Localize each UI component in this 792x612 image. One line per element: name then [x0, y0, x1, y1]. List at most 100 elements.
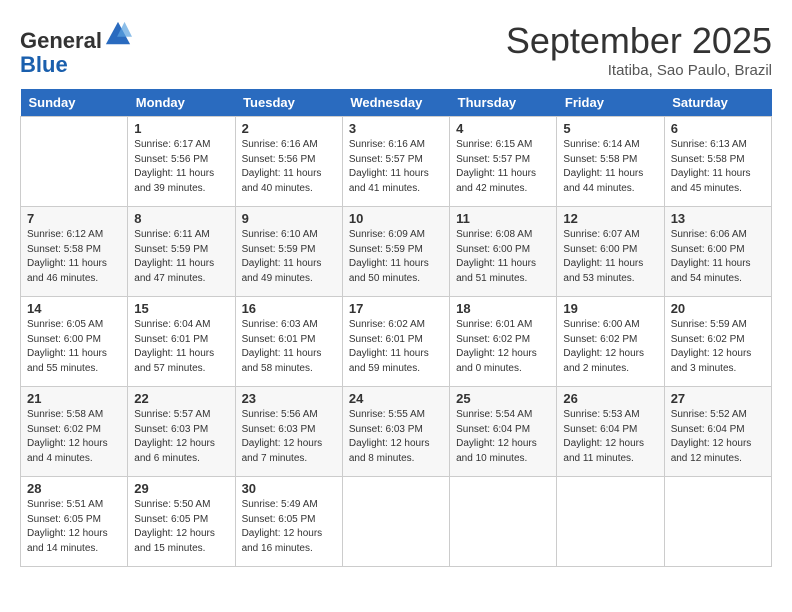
daylight-text: Daylight: 11 hours and 57 minutes.	[134, 348, 214, 374]
sunset-text: Sunset: 6:01 PM	[242, 334, 316, 345]
daylight-text: Daylight: 11 hours and 50 minutes.	[349, 258, 429, 284]
column-header-thursday: Thursday	[450, 89, 557, 117]
cell-info: Sunrise: 6:01 AM Sunset: 6:02 PM Dayligh…	[456, 318, 550, 376]
day-number: 12	[563, 211, 657, 226]
day-number: 14	[27, 301, 121, 316]
cell-info: Sunrise: 5:50 AM Sunset: 6:05 PM Dayligh…	[134, 498, 228, 556]
sunrise-text: Sunrise: 6:05 AM	[27, 319, 103, 330]
day-number: 5	[563, 121, 657, 136]
sunrise-text: Sunrise: 6:04 AM	[134, 319, 210, 330]
daylight-text: Daylight: 11 hours and 51 minutes.	[456, 258, 536, 284]
calendar-body: 1 Sunrise: 6:17 AM Sunset: 5:56 PM Dayli…	[21, 117, 772, 567]
logo-blue-text: Blue	[20, 52, 68, 77]
sunset-text: Sunset: 6:03 PM	[349, 424, 423, 435]
daylight-text: Daylight: 12 hours and 11 minutes.	[563, 438, 644, 464]
day-number: 7	[27, 211, 121, 226]
daylight-text: Daylight: 11 hours and 47 minutes.	[134, 258, 214, 284]
daylight-text: Daylight: 11 hours and 40 minutes.	[242, 168, 322, 194]
sunrise-text: Sunrise: 5:49 AM	[242, 499, 318, 510]
day-number: 16	[242, 301, 336, 316]
sunset-text: Sunset: 6:02 PM	[456, 334, 530, 345]
daylight-text: Daylight: 12 hours and 3 minutes.	[671, 348, 752, 374]
day-number: 17	[349, 301, 443, 316]
sunrise-text: Sunrise: 6:03 AM	[242, 319, 318, 330]
month-title: September 2025	[506, 20, 772, 62]
daylight-text: Daylight: 12 hours and 8 minutes.	[349, 438, 430, 464]
cell-info: Sunrise: 6:08 AM Sunset: 6:00 PM Dayligh…	[456, 228, 550, 286]
calendar-cell: 9 Sunrise: 6:10 AM Sunset: 5:59 PM Dayli…	[235, 207, 342, 297]
cell-info: Sunrise: 6:03 AM Sunset: 6:01 PM Dayligh…	[242, 318, 336, 376]
sunset-text: Sunset: 6:04 PM	[563, 424, 637, 435]
sunset-text: Sunset: 6:01 PM	[134, 334, 208, 345]
daylight-text: Daylight: 11 hours and 58 minutes.	[242, 348, 322, 374]
sunset-text: Sunset: 6:04 PM	[671, 424, 745, 435]
calendar-cell	[342, 477, 449, 567]
day-number: 19	[563, 301, 657, 316]
day-number: 9	[242, 211, 336, 226]
day-number: 20	[671, 301, 765, 316]
calendar-cell: 4 Sunrise: 6:15 AM Sunset: 5:57 PM Dayli…	[450, 117, 557, 207]
calendar-cell: 10 Sunrise: 6:09 AM Sunset: 5:59 PM Dayl…	[342, 207, 449, 297]
sunrise-text: Sunrise: 5:57 AM	[134, 409, 210, 420]
daylight-text: Daylight: 12 hours and 12 minutes.	[671, 438, 752, 464]
column-header-monday: Monday	[128, 89, 235, 117]
calendar-cell: 26 Sunrise: 5:53 AM Sunset: 6:04 PM Dayl…	[557, 387, 664, 477]
day-number: 29	[134, 481, 228, 496]
calendar-header: SundayMondayTuesdayWednesdayThursdayFrid…	[21, 89, 772, 117]
sunset-text: Sunset: 5:57 PM	[349, 154, 423, 165]
day-number: 30	[242, 481, 336, 496]
sunrise-text: Sunrise: 6:01 AM	[456, 319, 532, 330]
calendar-cell: 6 Sunrise: 6:13 AM Sunset: 5:58 PM Dayli…	[664, 117, 771, 207]
cell-info: Sunrise: 6:02 AM Sunset: 6:01 PM Dayligh…	[349, 318, 443, 376]
sunset-text: Sunset: 6:02 PM	[563, 334, 637, 345]
cell-info: Sunrise: 6:13 AM Sunset: 5:58 PM Dayligh…	[671, 138, 765, 196]
day-number: 22	[134, 391, 228, 406]
daylight-text: Daylight: 12 hours and 0 minutes.	[456, 348, 537, 374]
sunrise-text: Sunrise: 6:15 AM	[456, 139, 532, 150]
sunrise-text: Sunrise: 6:08 AM	[456, 229, 532, 240]
sunrise-text: Sunrise: 6:10 AM	[242, 229, 318, 240]
cell-info: Sunrise: 5:54 AM Sunset: 6:04 PM Dayligh…	[456, 408, 550, 466]
daylight-text: Daylight: 12 hours and 2 minutes.	[563, 348, 644, 374]
logo-icon	[104, 20, 132, 48]
column-header-friday: Friday	[557, 89, 664, 117]
cell-info: Sunrise: 5:49 AM Sunset: 6:05 PM Dayligh…	[242, 498, 336, 556]
sunrise-text: Sunrise: 5:52 AM	[671, 409, 747, 420]
sunrise-text: Sunrise: 6:07 AM	[563, 229, 639, 240]
daylight-text: Daylight: 11 hours and 59 minutes.	[349, 348, 429, 374]
column-header-wednesday: Wednesday	[342, 89, 449, 117]
daylight-text: Daylight: 11 hours and 41 minutes.	[349, 168, 429, 194]
sunrise-text: Sunrise: 6:16 AM	[349, 139, 425, 150]
sunrise-text: Sunrise: 6:09 AM	[349, 229, 425, 240]
sunrise-text: Sunrise: 6:14 AM	[563, 139, 639, 150]
cell-info: Sunrise: 5:51 AM Sunset: 6:05 PM Dayligh…	[27, 498, 121, 556]
daylight-text: Daylight: 12 hours and 10 minutes.	[456, 438, 537, 464]
sunset-text: Sunset: 6:01 PM	[349, 334, 423, 345]
sunset-text: Sunset: 6:00 PM	[27, 334, 101, 345]
cell-info: Sunrise: 6:06 AM Sunset: 6:00 PM Dayligh…	[671, 228, 765, 286]
calendar-cell: 22 Sunrise: 5:57 AM Sunset: 6:03 PM Dayl…	[128, 387, 235, 477]
cell-info: Sunrise: 5:57 AM Sunset: 6:03 PM Dayligh…	[134, 408, 228, 466]
daylight-text: Daylight: 12 hours and 6 minutes.	[134, 438, 215, 464]
calendar-cell: 19 Sunrise: 6:00 AM Sunset: 6:02 PM Dayl…	[557, 297, 664, 387]
sunrise-text: Sunrise: 5:53 AM	[563, 409, 639, 420]
sunrise-text: Sunrise: 6:11 AM	[134, 229, 209, 240]
sunset-text: Sunset: 6:03 PM	[134, 424, 208, 435]
sunset-text: Sunset: 6:05 PM	[242, 514, 316, 525]
day-number: 18	[456, 301, 550, 316]
calendar-cell	[664, 477, 771, 567]
calendar-cell: 30 Sunrise: 5:49 AM Sunset: 6:05 PM Dayl…	[235, 477, 342, 567]
day-number: 4	[456, 121, 550, 136]
column-header-sunday: Sunday	[21, 89, 128, 117]
calendar-table: SundayMondayTuesdayWednesdayThursdayFrid…	[20, 89, 772, 567]
sunset-text: Sunset: 6:03 PM	[242, 424, 316, 435]
title-block: September 2025 Itatiba, Sao Paulo, Brazi…	[506, 20, 772, 79]
cell-info: Sunrise: 6:04 AM Sunset: 6:01 PM Dayligh…	[134, 318, 228, 376]
calendar-cell	[450, 477, 557, 567]
sunset-text: Sunset: 6:04 PM	[456, 424, 530, 435]
cell-info: Sunrise: 6:09 AM Sunset: 5:59 PM Dayligh…	[349, 228, 443, 286]
sunset-text: Sunset: 6:00 PM	[456, 244, 530, 255]
calendar-cell: 17 Sunrise: 6:02 AM Sunset: 6:01 PM Dayl…	[342, 297, 449, 387]
cell-info: Sunrise: 6:10 AM Sunset: 5:59 PM Dayligh…	[242, 228, 336, 286]
cell-info: Sunrise: 6:14 AM Sunset: 5:58 PM Dayligh…	[563, 138, 657, 196]
